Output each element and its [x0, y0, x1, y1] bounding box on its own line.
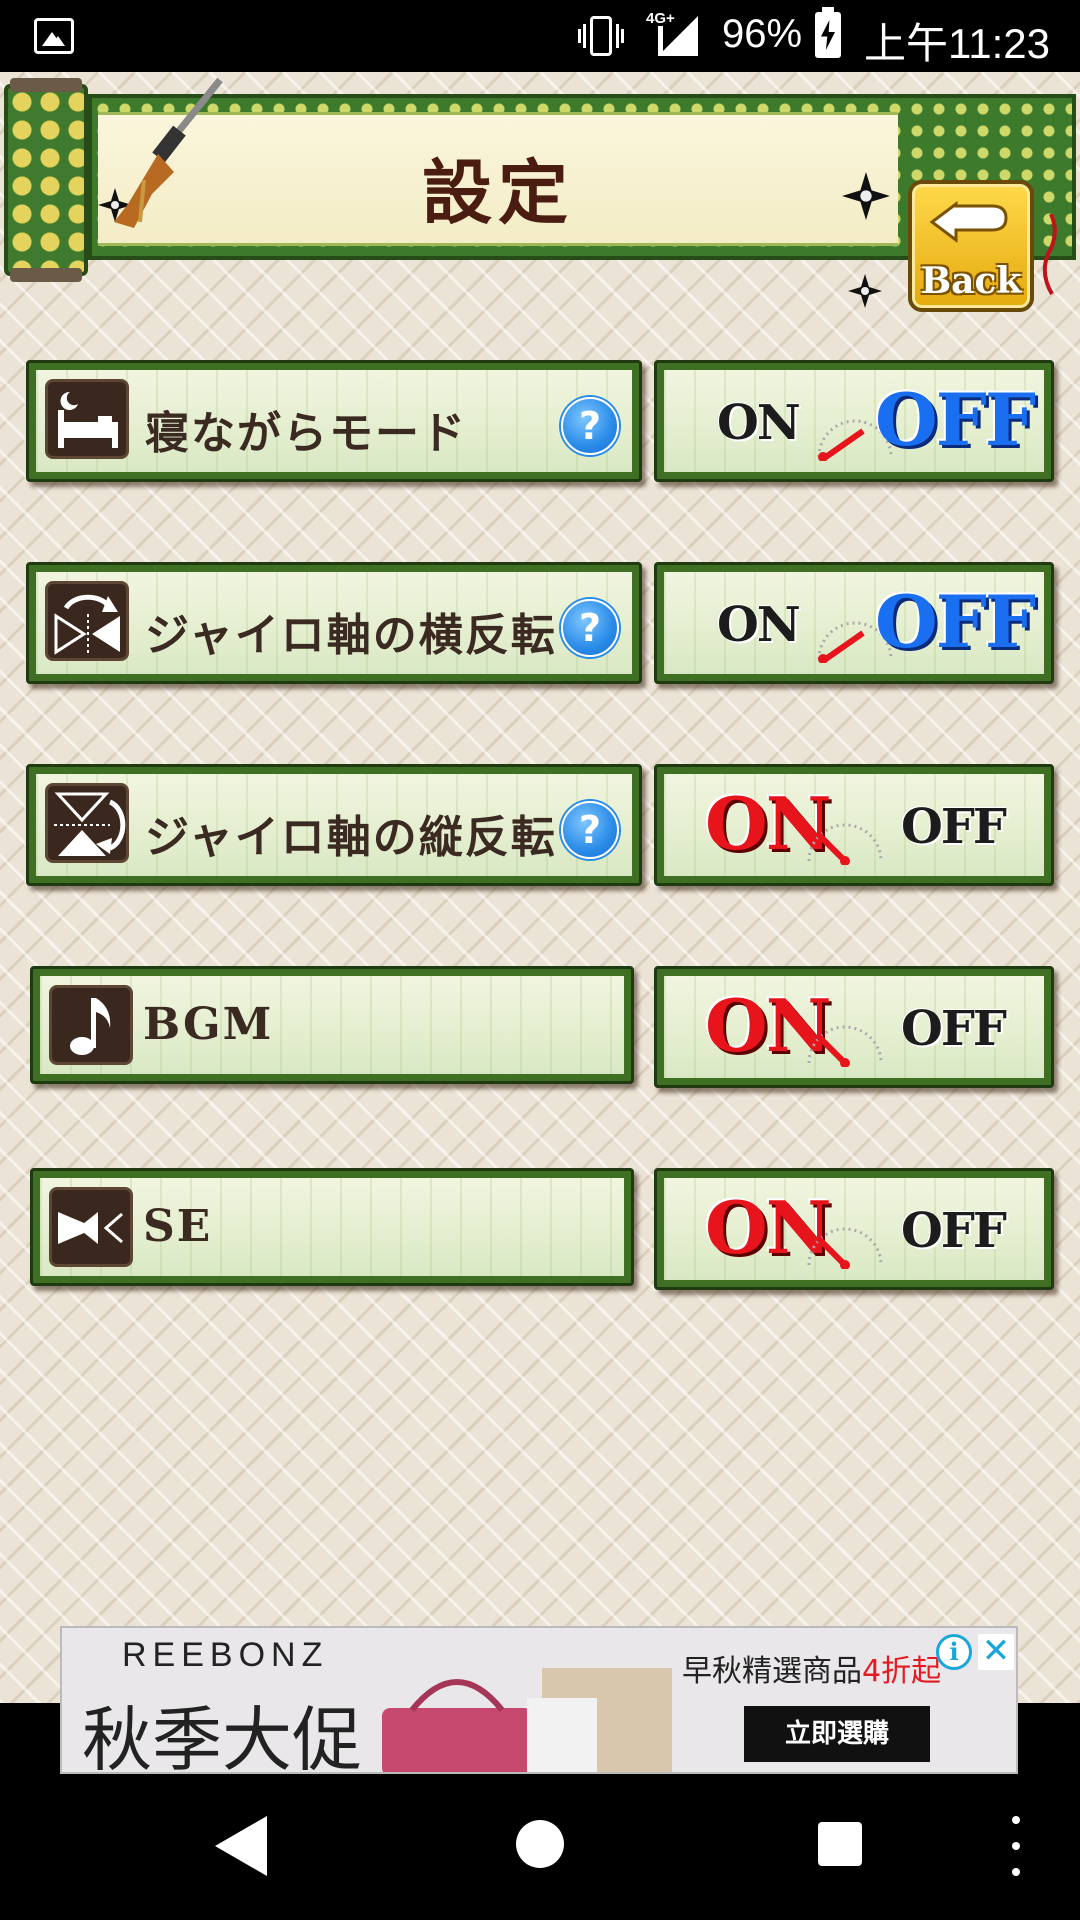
ad-banner[interactable]: REEBONZ 秋季大促 早秋精選商品4折起 立即選購 i ✕ — [60, 1626, 1018, 1774]
gallery-icon — [34, 18, 74, 54]
signal-icon — [658, 16, 698, 56]
back-label: Back — [920, 260, 1022, 302]
status-bar: 4G+ 96% 上午11:23 — [0, 0, 1080, 72]
header-banner: 設定 Back — [0, 77, 1080, 312]
ad-brand: REEBONZ — [122, 1636, 329, 1674]
nav-more-icon[interactable] — [1012, 1816, 1020, 1876]
battery-percent: 96% — [722, 12, 803, 56]
ad-cta-button[interactable]: 立即選購 — [744, 1706, 930, 1762]
setting-label: BGM — [143, 999, 274, 1050]
nav-back-icon[interactable] — [215, 1816, 267, 1876]
setting-row-sleep-mode: 寝ながらモード ? — [26, 360, 642, 482]
toggle-off-label: OFF — [901, 799, 1007, 855]
setting-label: ジャイロ軸の縦反転 — [145, 812, 557, 863]
toggle-on-label: ON — [717, 395, 801, 451]
help-icon[interactable]: ? — [561, 599, 619, 657]
settings-screen: 設定 Back 寝ながらモード ? ON OFF ジャイロ軸の横反転 ? ON … — [0, 72, 1080, 1703]
setting-row-bgm: BGM — [30, 966, 634, 1084]
ad-sub-highlight: 4折起 — [862, 1654, 942, 1689]
toggle-bgm[interactable]: ON OFF — [654, 966, 1054, 1088]
back-button[interactable]: Back — [908, 180, 1034, 312]
help-icon[interactable]: ? — [561, 801, 619, 859]
nav-recents-icon[interactable] — [818, 1822, 862, 1866]
setting-label: SE — [143, 1201, 213, 1252]
toggle-needle-icon — [807, 1227, 883, 1269]
toggle-needle-icon — [807, 1025, 883, 1067]
clock: 上午11:23 — [864, 20, 1050, 67]
nav-home-icon[interactable] — [516, 1820, 564, 1868]
toggle-gyro-horizontal[interactable]: ON OFF — [654, 562, 1054, 684]
ad-headline: 秋季大促 — [82, 1699, 362, 1774]
speaker-icon — [49, 1187, 133, 1267]
toggle-off-label: OFF — [901, 1203, 1007, 1259]
setting-label: ジャイロ軸の横反転 — [145, 610, 557, 661]
handbag-image — [382, 1668, 672, 1772]
return-arrow-icon — [929, 201, 1008, 243]
toggle-needle-icon — [807, 823, 883, 865]
help-icon[interactable]: ? — [561, 397, 619, 455]
ad-close-icon[interactable]: ✕ — [978, 1634, 1014, 1670]
shuriken-icon — [848, 274, 882, 308]
toggle-off-label: OFF — [875, 579, 1036, 664]
rifle-icon — [114, 77, 223, 228]
gyro-horizontal-flip-icon — [45, 581, 129, 661]
music-note-icon — [49, 985, 133, 1065]
setting-row-gyro-horizontal: ジャイロ軸の横反転 ? — [26, 562, 642, 684]
toggle-gyro-vertical[interactable]: ON OFF — [654, 764, 1054, 886]
tassel-decoration — [1042, 214, 1057, 296]
toggle-se[interactable]: ON OFF — [654, 1168, 1054, 1290]
toggle-on-label: ON — [717, 597, 801, 653]
gyro-vertical-flip-icon — [45, 783, 129, 863]
toggle-off-label: OFF — [875, 377, 1036, 462]
ad-info-icon[interactable]: i — [936, 1634, 972, 1670]
sleep-bed-icon — [45, 379, 129, 459]
toggle-off-label: OFF — [901, 1001, 1007, 1057]
shuriken-icon — [842, 172, 890, 220]
vibrate-icon — [578, 14, 624, 58]
ad-sub-text: 早秋精選商品 — [682, 1654, 862, 1689]
navigation-bar — [0, 1776, 1080, 1920]
setting-row-gyro-vertical: ジャイロ軸の縦反転 ? — [26, 764, 642, 886]
setting-label: 寝ながらモード — [145, 408, 467, 459]
scroll-roll-decoration — [4, 78, 88, 282]
battery-charging-icon — [815, 7, 841, 58]
toggle-sleep-mode[interactable]: ON OFF — [654, 360, 1054, 482]
setting-row-se: SE — [30, 1168, 634, 1286]
ad-subtitle: 早秋精選商品4折起 — [682, 1646, 941, 1690]
